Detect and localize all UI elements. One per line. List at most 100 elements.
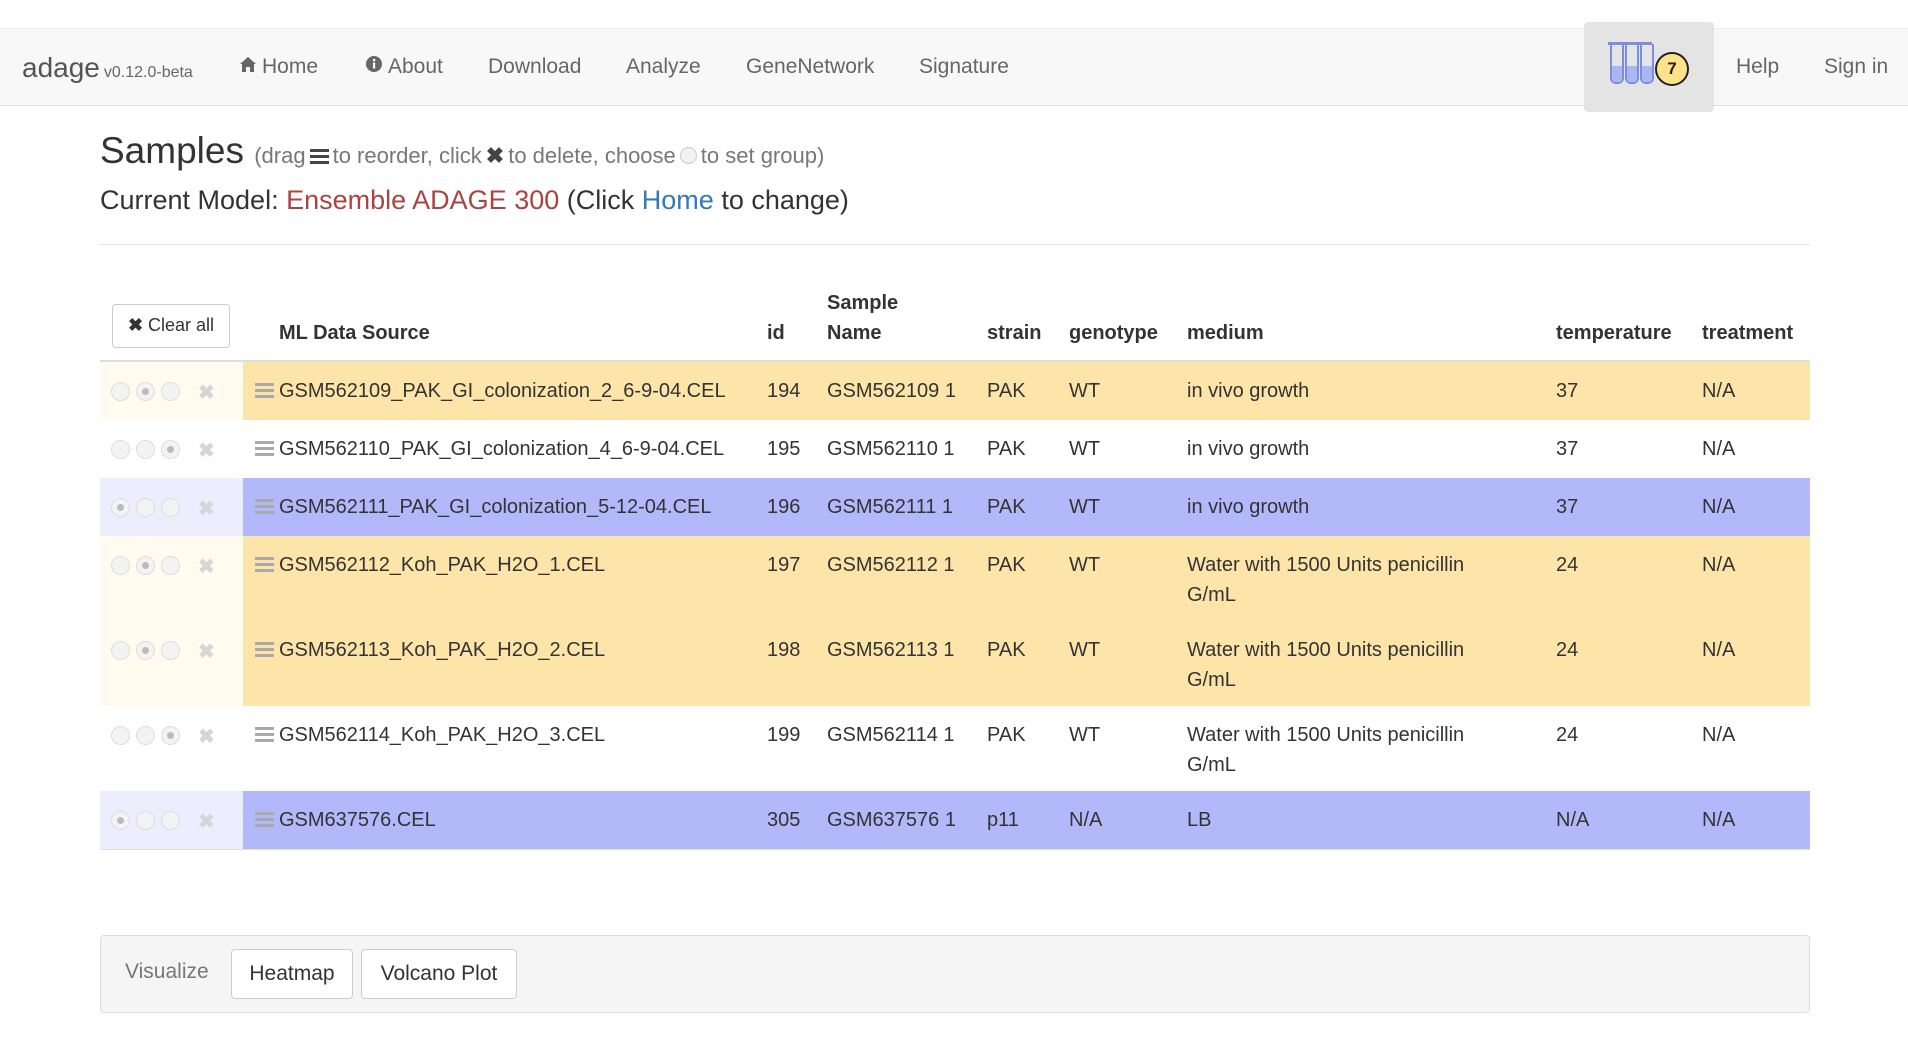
cell-id: 196 (767, 492, 822, 522)
cell-medium: in vivo growth (1187, 376, 1517, 406)
drag-handle-icon[interactable] (255, 499, 274, 514)
cell-medium-text: in vivo growth (1187, 438, 1310, 460)
group-radio-2[interactable] (136, 641, 155, 660)
brand-name[interactable]: adage (22, 52, 100, 83)
cell-sample-name-text: GSM562109 1 (827, 380, 956, 402)
cell-genotype-text: N/A (1069, 809, 1103, 831)
group-radio-1[interactable] (111, 811, 130, 830)
group-radio-3[interactable] (161, 498, 180, 517)
row-controls: ✖ (100, 706, 243, 791)
radio-icon (679, 147, 697, 164)
cell-treatment-text: N/A (1702, 496, 1736, 518)
model-name: Ensemble ADAGE 300 (286, 185, 560, 215)
group-radio-1[interactable] (111, 440, 130, 459)
cell-strain: PAK (987, 434, 1062, 464)
group-radio-2[interactable] (136, 440, 155, 459)
col-id[interactable]: id (767, 318, 785, 348)
hint-reorder: to reorder, click (332, 143, 482, 168)
group-radio-3[interactable] (161, 811, 180, 830)
group-radio-2[interactable] (136, 498, 155, 517)
cell-genotype: WT (1069, 492, 1179, 522)
cell-sample-name-text: GSM562113 1 (827, 639, 955, 661)
cell-strain: PAK (987, 635, 1062, 665)
row-controls: ✖ (100, 362, 243, 420)
nav-analyze[interactable]: Analyze (626, 55, 701, 79)
col-sample-name[interactable]: Sample Name (827, 288, 917, 348)
clear-all-button[interactable]: ✖ Clear all (112, 304, 230, 348)
group-radio-1[interactable] (111, 556, 130, 575)
group-radio-2[interactable] (136, 382, 155, 401)
col-temperature[interactable]: temperature (1556, 318, 1672, 348)
brand[interactable]: adage v0.12.0-beta (22, 52, 193, 84)
nav-about[interactable]: About (364, 55, 443, 79)
cell-id: 194 (767, 376, 822, 406)
table-row[interactable]: ✖ GSM562110_PAK_GI_colonization_4_6-9-04.… (100, 420, 1810, 479)
delete-row-icon[interactable]: ✖ (198, 380, 215, 405)
table-row[interactable]: ✖ GSM562111_PAK_GI_colonization_5-12-04.C… (100, 478, 1810, 537)
group-radio-1[interactable] (111, 498, 130, 517)
cell-ml-data-source: GSM562114_Koh_PAK_H2O_3.CEL (255, 720, 735, 750)
cell-treatment: N/A (1702, 550, 1802, 580)
table-row[interactable]: ✖ GSM637576.CEL 305 GSM637576 1 p11 N/A LB N/A N… (100, 791, 1810, 850)
version-label: v0.12.0-beta (103, 64, 193, 81)
col-strain[interactable]: strain (987, 318, 1041, 348)
drag-handle-icon[interactable] (255, 727, 274, 742)
group-radio-2[interactable] (136, 811, 155, 830)
nav-sign-in[interactable]: Sign in (1824, 55, 1888, 79)
cell-sample-name-text: GSM562111 1 (827, 496, 954, 518)
cell-temperature-text: 37 (1556, 380, 1579, 402)
sample-basket-button[interactable]: 7 (1584, 22, 1714, 112)
nav-signature[interactable]: Signature (919, 55, 1009, 79)
group-radio-3[interactable] (161, 382, 180, 401)
table-row[interactable]: ✖ GSM562114_Koh_PAK_H2O_3.CEL 199 GSM562114… (100, 706, 1810, 792)
cell-id: 197 (767, 550, 822, 580)
group-radio-1[interactable] (111, 382, 130, 401)
drag-handle-icon[interactable] (255, 812, 274, 827)
cell-treatment: N/A (1702, 805, 1802, 835)
cell-medium-text: in vivo growth (1187, 496, 1310, 518)
home-icon (238, 55, 258, 79)
group-radio-3[interactable] (161, 556, 180, 575)
group-radio-2[interactable] (136, 726, 155, 745)
col-medium[interactable]: medium (1187, 318, 1264, 348)
cell-temperature-text: 24 (1556, 554, 1579, 576)
group-radio-3[interactable] (161, 440, 180, 459)
col-genotype[interactable]: genotype (1069, 318, 1158, 348)
heatmap-button[interactable]: Heatmap (231, 949, 353, 999)
cell-genotype: N/A (1069, 805, 1179, 835)
table-row[interactable]: ✖ GSM562113_Koh_PAK_H2O_2.CEL 198 GSM562113… (100, 621, 1810, 707)
nav-download[interactable]: Download (488, 55, 581, 79)
delete-row-icon[interactable]: ✖ (198, 724, 215, 749)
cell-id: 199 (767, 720, 822, 750)
nav-help[interactable]: Help (1736, 55, 1779, 79)
delete-row-icon[interactable]: ✖ (198, 496, 215, 521)
drag-handle-icon[interactable] (255, 441, 274, 456)
drag-handle-icon[interactable] (255, 557, 274, 572)
cell-strain-text: PAK (987, 554, 1026, 576)
group-radio-1[interactable] (111, 726, 130, 745)
col-treatment[interactable]: treatment (1702, 318, 1793, 348)
cell-strain: PAK (987, 492, 1062, 522)
cell-treatment: N/A (1702, 720, 1802, 750)
drag-handle-icon[interactable] (255, 642, 274, 657)
cell-strain-text: PAK (987, 724, 1026, 746)
volcano-plot-button[interactable]: Volcano Plot (361, 949, 517, 999)
group-radio-3[interactable] (161, 726, 180, 745)
delete-row-icon[interactable]: ✖ (198, 554, 215, 579)
hint-delete: to delete, choose (508, 143, 676, 168)
table-row[interactable]: ✖ GSM562109_PAK_GI_colonization_2_6-9-04.… (100, 362, 1810, 421)
delete-row-icon[interactable]: ✖ (198, 639, 215, 664)
col-ml-data-source[interactable]: ML Data Source (279, 318, 430, 348)
group-radio-3[interactable] (161, 641, 180, 660)
cell-medium: LB (1187, 805, 1517, 835)
nav-genenetwork[interactable]: GeneNetwork (746, 55, 874, 79)
model-home-link[interactable]: Home (642, 185, 714, 215)
table-row[interactable]: ✖ GSM562112_Koh_PAK_H2O_1.CEL 197 GSM562112… (100, 536, 1810, 622)
delete-row-icon[interactable]: ✖ (198, 438, 215, 463)
group-radio-2[interactable] (136, 556, 155, 575)
group-radio-1[interactable] (111, 641, 130, 660)
cell-temperature-text: 37 (1556, 438, 1579, 460)
drag-handle-icon[interactable] (255, 383, 274, 398)
nav-home[interactable]: Home (238, 55, 318, 79)
delete-row-icon[interactable]: ✖ (198, 809, 215, 834)
